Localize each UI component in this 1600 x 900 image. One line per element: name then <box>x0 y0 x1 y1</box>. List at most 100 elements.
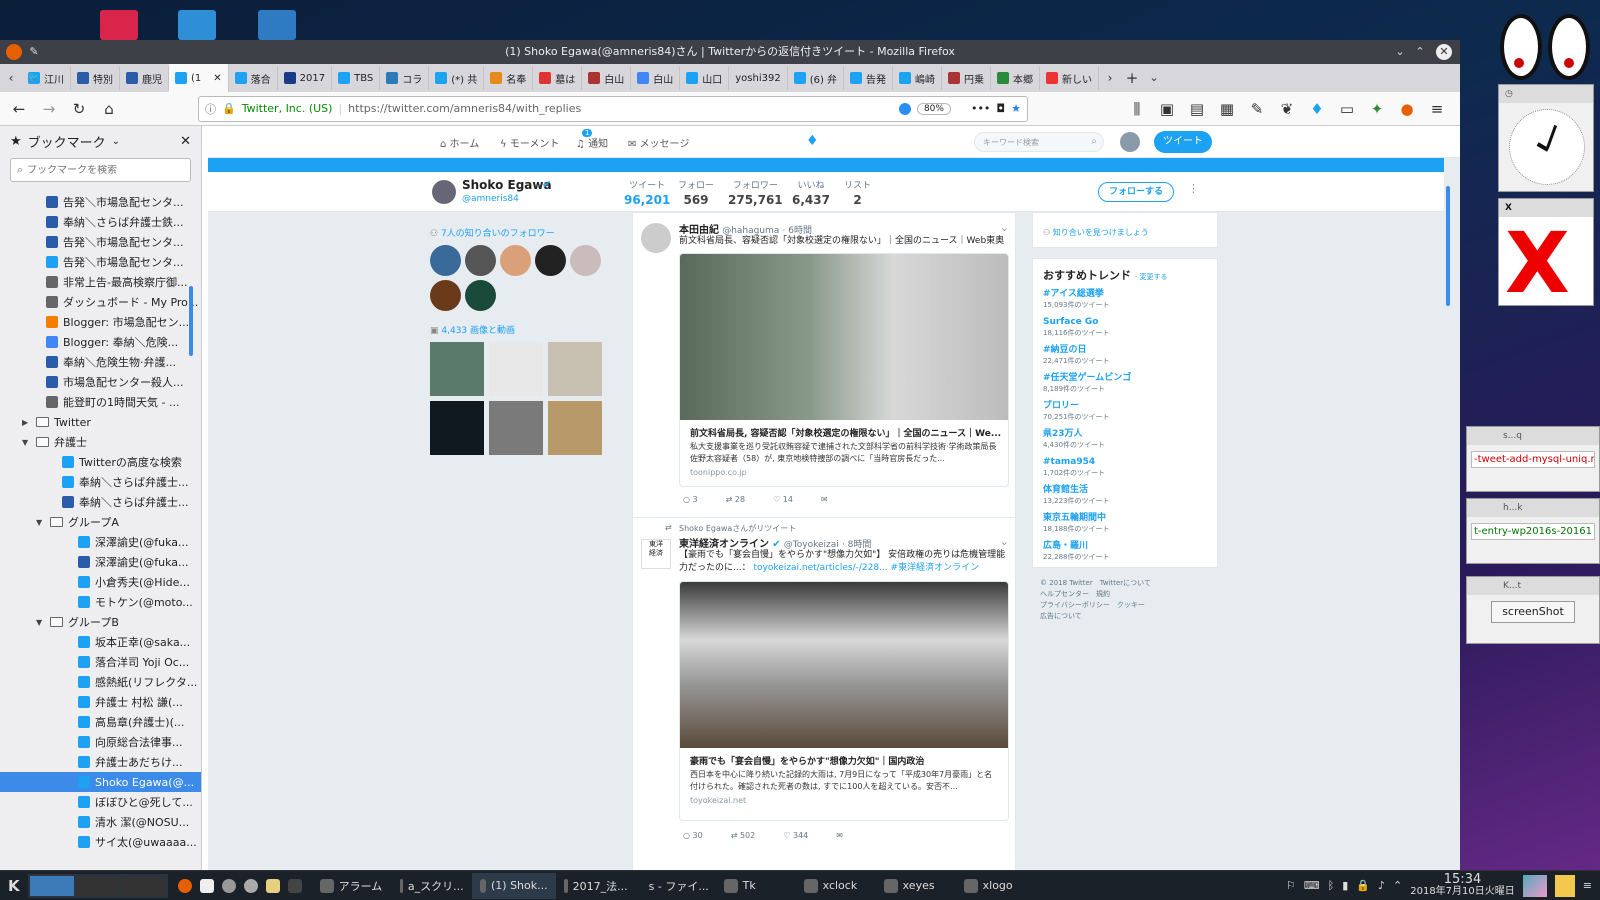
media-thumbnail[interactable] <box>489 401 543 455</box>
lock-icon[interactable]: 🔒 <box>1356 879 1370 892</box>
tab[interactable]: 白山 <box>582 66 632 90</box>
site-identity[interactable]: Twitter, Inc. (US) <box>242 102 333 115</box>
window-content[interactable]: -tweet-add-mysql-uniq.rb <box>1471 451 1595 468</box>
trend-item[interactable]: #任天堂ゲームビンゴ 8,189件のツイート <box>1043 373 1207 395</box>
bookmark-item[interactable]: 弁護士あだちけ... <box>0 752 201 772</box>
close-window-icon[interactable]: ✕ <box>1436 44 1452 60</box>
like-button[interactable]: ♡ 14 <box>773 495 793 504</box>
keyboard-icon[interactable]: ⌨ <box>1304 879 1320 892</box>
reload-icon[interactable]: ↻ <box>68 98 90 120</box>
footer-line[interactable]: ヘルプセンター 規約 <box>1040 589 1151 600</box>
media-thumbnail[interactable] <box>548 401 602 455</box>
tweet-button[interactable]: ツイート <box>1154 131 1212 153</box>
avatar[interactable] <box>430 280 461 311</box>
zoom-level[interactable]: 80% <box>916 102 951 115</box>
find-friends-link[interactable]: ⚇ 知り合いを見つけましょう <box>1043 227 1149 238</box>
profile-stat[interactable]: リスト 2 <box>844 178 871 207</box>
tab[interactable]: (*) 共 <box>429 66 485 90</box>
chevron-down-icon[interactable]: ⌄ <box>1392 44 1408 60</box>
taskbar-item[interactable]: (1) Shok... <box>471 872 556 899</box>
avatar[interactable]: 東洋 経済 <box>641 539 671 569</box>
tab-list-icon[interactable]: ⌄ <box>1143 67 1165 89</box>
home-folder-icon[interactable] <box>178 10 216 40</box>
taskbar-item[interactable]: a_スクリ... <box>392 873 472 899</box>
tab[interactable]: コラ <box>380 66 430 90</box>
trend-item[interactable]: 県23万人 4,430件のツイート <box>1043 429 1207 451</box>
tab[interactable]: 名奉 <box>484 66 534 90</box>
extension-icon[interactable] <box>898 102 911 115</box>
trend-item[interactable]: #アイス総選挙 15,093件のツイート <box>1043 289 1207 311</box>
evernote-icon[interactable]: ❦ <box>1276 98 1298 120</box>
url-bar[interactable]: ⓘ 🔒 Twitter, Inc. (US) | https://twitter… <box>198 95 1028 122</box>
tweet-hashtag[interactable]: #東洋経済オンライン <box>891 563 980 573</box>
close-sidebar-icon[interactable]: ✕ <box>180 134 191 149</box>
tab[interactable]: 嶋崎 <box>893 66 943 90</box>
avatar[interactable] <box>641 223 671 253</box>
tweet[interactable]: ⇄ Shoko Egawaさんがリツイート 東洋 経済 東洋経済オンライン ✔ @T… <box>633 519 1017 869</box>
dm-button[interactable]: ✉ <box>821 495 828 504</box>
follow-button[interactable]: フォローする <box>1098 182 1174 202</box>
page-scrollbar[interactable] <box>1446 186 1450 306</box>
bookmark-item[interactable]: ダッシュボード - My Pro... <box>0 292 201 312</box>
media-link[interactable]: ▣ 4,433 画像と動画 <box>430 323 610 336</box>
grid-icon[interactable]: ▦ <box>1216 98 1238 120</box>
screenshot-button[interactable]: screenShot <box>1491 601 1575 623</box>
clipboard-icon[interactable]: ▭ <box>1336 98 1358 120</box>
bookmark-item[interactable]: 弁護士 村松 謙(... <box>0 692 201 712</box>
bookmark-item[interactable]: Blogger: 奉納＼危険... <box>0 332 201 352</box>
bookmark-item[interactable]: 深澤諭史(@fuka... <box>0 552 201 572</box>
twitter-toolbar-icon[interactable]: ♦ <box>1306 98 1328 120</box>
trend-item[interactable]: 東京五輪期間中 18,188件のツイート <box>1043 513 1207 535</box>
chevron-down-icon[interactable]: ▼ <box>36 518 42 527</box>
terminal-window-2[interactable]: h...k t-entry-wp2016s-20161 <box>1466 498 1600 564</box>
pin-icon[interactable]: ✎ <box>26 44 42 60</box>
taskbar-item[interactable]: Tk <box>716 873 796 899</box>
twitter-bird-icon[interactable]: ♦ <box>806 133 819 149</box>
media-thumbnail[interactable] <box>430 401 484 455</box>
trend-item[interactable]: #納豆の日 22,471件のツイート <box>1043 345 1207 367</box>
taskbar-item[interactable]: アラーム <box>312 873 392 899</box>
media-thumbnail[interactable] <box>548 342 602 396</box>
bookmark-item[interactable]: 非常上告-最高検察庁御... <box>0 272 201 292</box>
new-tab-icon[interactable]: + <box>1121 67 1143 89</box>
retweet-button[interactable]: ⇄ 28 <box>726 495 745 504</box>
bookmark-item[interactable]: 能登町の1時間天気 - ... <box>0 392 201 412</box>
library-icon[interactable]: ⫼ <box>1126 98 1148 120</box>
bookmark-item[interactable]: ぼぼひと@死して... <box>0 792 201 812</box>
more-actions-icon[interactable]: ••• <box>971 102 990 115</box>
trend-item[interactable]: 広島・羅川 22,288件のツイート <box>1043 541 1207 563</box>
known-followers-link[interactable]: ⚇ 7人の知り合いのフォロワー <box>430 226 610 239</box>
battery-icon[interactable]: ▮ <box>1342 879 1348 892</box>
avatar[interactable] <box>570 245 601 276</box>
bookmark-search-input[interactable] <box>27 164 178 176</box>
bookmark-item[interactable]: 清水 潔(@NOSU... <box>0 812 201 832</box>
bookmark-folder[interactable]: ▼ グループB <box>0 612 201 632</box>
xlogo-window[interactable]: X X <box>1498 198 1594 306</box>
addon-icon[interactable]: ✦ <box>1366 98 1388 120</box>
bookmark-item[interactable]: 奉納＼さらば弁護士... <box>0 492 201 512</box>
bookmark-item[interactable]: 落合洋司 Yoji Oc... <box>0 652 201 672</box>
firefox-launcher-icon[interactable] <box>177 878 192 893</box>
tab[interactable]: 墓は <box>533 66 583 90</box>
start-menu-button[interactable]: K <box>0 873 28 899</box>
bookmark-item[interactable]: 小倉秀夫(@Hide... <box>0 572 201 592</box>
bookmark-item[interactable]: 高島章(弁護士)(... <box>0 712 201 732</box>
trend-item[interactable]: ブロリー 70,251件のツイート <box>1043 401 1207 423</box>
xeyes-widget[interactable] <box>1500 14 1590 80</box>
profile-stat[interactable]: フォロー 569 <box>678 178 714 207</box>
profile-stat[interactable]: ツイート 96,201 <box>624 178 670 207</box>
chevron-down-icon[interactable]: ⌄ <box>1000 535 1009 548</box>
bookmark-item[interactable]: 感熱紙(リフレクタ... <box>0 672 201 692</box>
twitter-search-input[interactable]: キーワード検索 <box>983 138 1039 147</box>
profile-stat[interactable]: いいね 6,437 <box>792 178 830 207</box>
avatar[interactable] <box>535 245 566 276</box>
profile-name[interactable]: Shoko Egawa <box>462 178 552 192</box>
tab-scroll-right-icon[interactable]: › <box>1099 67 1121 89</box>
virtual-desktop-pager[interactable] <box>27 873 168 898</box>
tweet[interactable]: 本田由紀 @hahaguma · 6時間 ⌄ 前文科省局長、容疑否認「対象校選定… <box>633 213 1017 513</box>
avatar[interactable] <box>430 245 461 276</box>
window-titlebar[interactable]: ✎ (1) Shoko Egawa(@amneris84)さん | Twitte… <box>0 40 1460 64</box>
window-content[interactable]: t-entry-wp2016s-20161 <box>1471 523 1595 540</box>
notes-icon[interactable] <box>1554 874 1575 897</box>
notifications-nav[interactable]: ♫ 通知 1 <box>576 129 608 150</box>
